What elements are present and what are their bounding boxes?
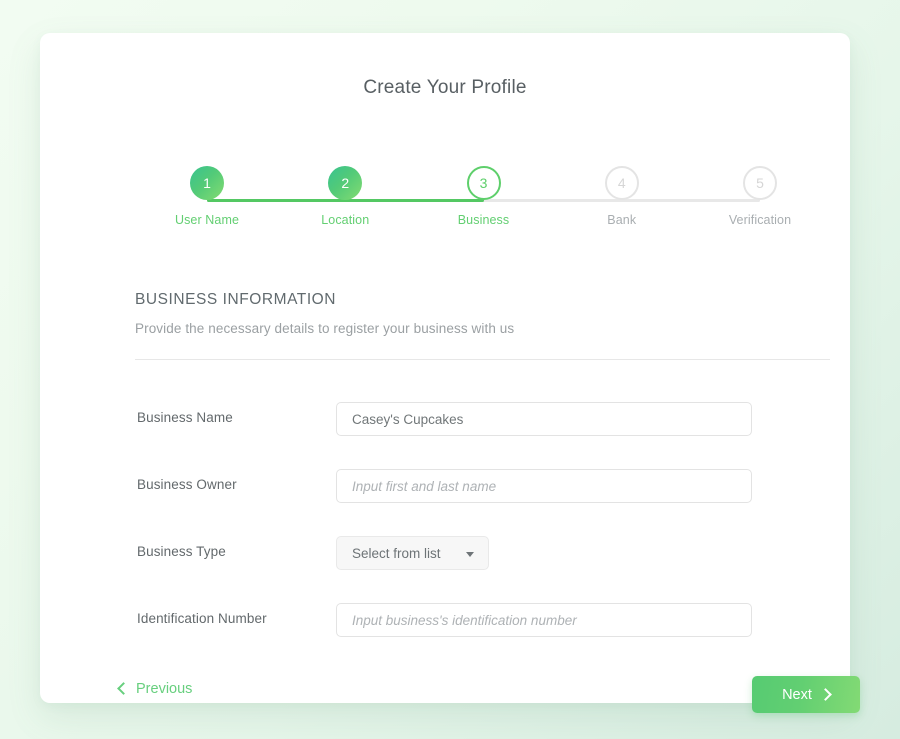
next-button[interactable]: Next	[752, 676, 860, 713]
step-number-bubble: 4	[604, 166, 639, 200]
stepper-step-location[interactable]: 2 Location	[283, 166, 407, 227]
business-type-label: Business Type	[137, 544, 226, 559]
stepper-step-business[interactable]: 3 Business	[422, 166, 546, 227]
form-row: Business Name Casey's Cupcakes	[40, 389, 850, 456]
form-row: Identification Number Input business's id…	[40, 590, 850, 657]
business-name-input[interactable]: Casey's Cupcakes	[336, 402, 752, 436]
form-row: Business Type Select from list	[40, 523, 850, 590]
profile-card: Create Your Profile 1 User Name 2 Location 3…	[40, 33, 860, 713]
stepper-step-user-name[interactable]: 1 User Name	[145, 166, 269, 227]
step-label: Location	[321, 213, 370, 227]
previous-button[interactable]: Previous	[117, 681, 193, 697]
step-number-bubble: 5	[743, 166, 777, 200]
chevron-left-icon	[117, 681, 130, 695]
business-type-select-value: Select from list	[352, 546, 441, 561]
business-information-form: Business Name Casey's Cupcakes Business Ow…	[40, 389, 850, 657]
field-control: Input business's identification number	[336, 603, 752, 637]
step-label: Bank	[607, 213, 637, 227]
previous-button-label: Previous	[136, 681, 193, 697]
field-control: Casey's Cupcakes	[336, 402, 752, 436]
field-control: Input first and last name	[336, 469, 752, 503]
step-label: Verification	[728, 213, 792, 227]
section-divider	[135, 359, 830, 360]
step-number-bubble: 2	[328, 166, 363, 200]
progress-stepper: 1 User Name 2 Location 3 Business 4 Bank 5 Verifi…	[145, 166, 825, 258]
field-control: Select from list	[336, 536, 489, 570]
page-root: Create Your Profile 1 User Name 2 Location 3…	[0, 0, 900, 739]
form-row: Business Owner Input first and last name	[40, 456, 850, 523]
step-label: User Name	[174, 213, 240, 227]
section-subtitle: Provide the necessary details to registe…	[135, 321, 515, 336]
identification-number-label: Identification Number	[137, 611, 267, 626]
section-header: BUSINESS INFORMATION Provide the necessa…	[135, 291, 795, 336]
business-name-label: Business Name	[137, 410, 233, 425]
business-owner-label: Business Owner	[137, 477, 237, 492]
stepper-step-bank[interactable]: 4 Bank	[560, 166, 684, 227]
chevron-down-icon	[466, 552, 474, 557]
step-number-bubble: 3	[466, 166, 501, 200]
next-button-label: Next	[782, 686, 812, 703]
section-title: BUSINESS INFORMATION	[135, 291, 337, 308]
business-type-select[interactable]: Select from list	[336, 536, 489, 570]
chevron-right-icon	[819, 688, 832, 701]
identification-number-input[interactable]: Input business's identification number	[336, 603, 752, 637]
step-label: Business	[457, 213, 510, 227]
business-owner-input[interactable]: Input first and last name	[336, 469, 752, 503]
step-number-bubble: 1	[190, 166, 224, 200]
stepper-step-verification[interactable]: 5 Verification	[698, 166, 822, 227]
page-title: Create Your Profile	[363, 77, 527, 98]
